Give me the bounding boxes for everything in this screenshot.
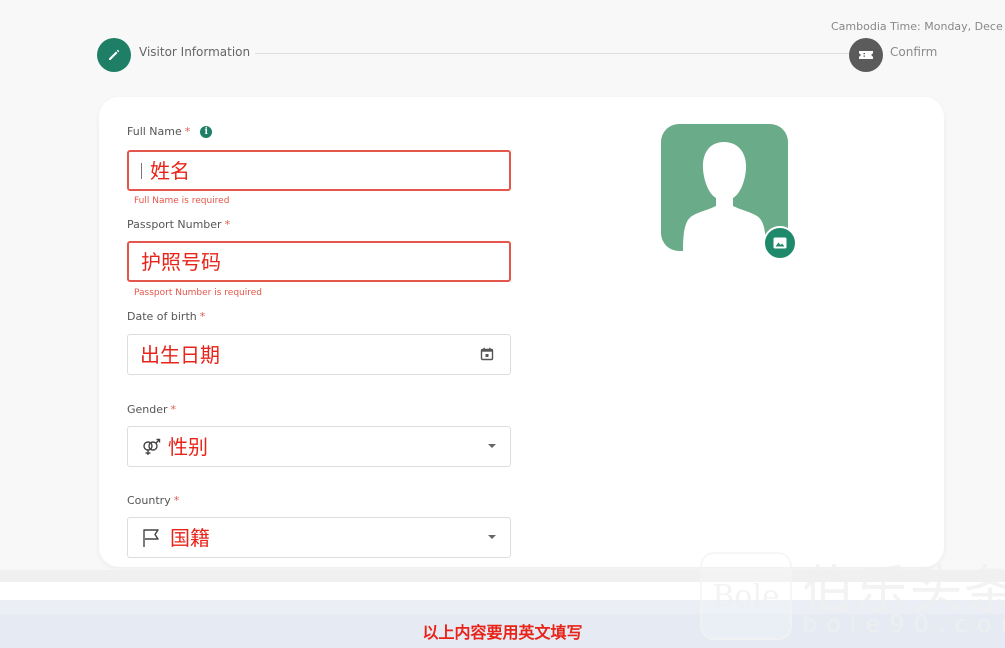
passport-label-row: Passport Number *: [127, 218, 511, 231]
stepper-line: [255, 53, 850, 54]
step-visitor-information-icon[interactable]: [97, 38, 131, 72]
dob-label-row: Date of birth *: [127, 310, 511, 323]
full-name-placeholder: 姓名: [150, 158, 190, 183]
watermark-logo: Bole: [700, 552, 792, 640]
image-upload-icon: [773, 237, 787, 249]
dob-placeholder: 出生日期: [140, 342, 220, 367]
passport-label: Passport Number: [127, 218, 222, 231]
ticket-icon: [859, 51, 873, 59]
dob-label: Date of birth: [127, 310, 197, 323]
country-field: Country * 国籍: [127, 494, 511, 558]
pencil-icon: [109, 49, 120, 60]
passport-input[interactable]: 护照号码: [127, 241, 511, 282]
gender-select[interactable]: 性别: [127, 426, 511, 467]
full-name-field: Full Name * i 姓名 Full Name is required: [127, 125, 511, 206]
required-asterisk: *: [173, 494, 180, 507]
passport-placeholder: 护照号码: [141, 249, 221, 274]
avatar-upload-button[interactable]: [763, 226, 797, 260]
cambodia-time-text: Cambodia Time: Monday, Dece: [831, 20, 1003, 33]
gender-placeholder: 性别: [168, 434, 208, 459]
full-name-label-row: Full Name * i: [127, 125, 511, 138]
gender-icon: [143, 438, 161, 455]
gender-label-row: Gender *: [127, 403, 511, 416]
watermark-url: bole90.com: [802, 610, 1005, 638]
chevron-down-icon[interactable]: [488, 444, 496, 448]
country-label-row: Country *: [127, 494, 511, 507]
stepper: Visitor Information Confirm: [97, 38, 939, 72]
info-icon[interactable]: i: [200, 125, 213, 138]
dob-field: Date of birth * 出生日期: [127, 310, 511, 375]
gender-label: Gender: [127, 403, 168, 416]
watermark: Bole 伯乐头条 bole90.com: [698, 548, 1005, 643]
step-confirm-icon[interactable]: [849, 38, 883, 72]
step-confirm-label: Confirm: [890, 45, 938, 59]
dob-input[interactable]: 出生日期: [127, 334, 511, 375]
text-caret: [141, 162, 142, 179]
country-select[interactable]: 国籍: [127, 517, 511, 558]
passport-error: Passport Number is required: [134, 288, 262, 298]
required-asterisk: *: [170, 403, 177, 416]
full-name-error: Full Name is required: [134, 196, 230, 206]
chevron-down-icon[interactable]: [488, 535, 496, 539]
required-asterisk: *: [199, 310, 206, 323]
country-label: Country: [127, 494, 171, 507]
visitor-form-card: Full Name * i 姓名 Full Name is required P…: [99, 97, 944, 567]
calendar-icon[interactable]: [480, 347, 494, 361]
step-visitor-information-label: Visitor Information: [139, 45, 251, 59]
required-asterisk: *: [184, 125, 191, 138]
required-asterisk: *: [224, 218, 231, 231]
country-placeholder: 国籍: [170, 525, 210, 550]
full-name-label: Full Name: [127, 125, 182, 138]
passport-field: Passport Number * 护照号码 Passport Number i…: [127, 218, 511, 298]
gender-field: Gender * 性别: [127, 403, 511, 467]
annotation-note: 以上内容要用英文填写: [422, 623, 583, 642]
full-name-input[interactable]: 姓名: [127, 150, 511, 191]
flag-icon: [143, 528, 159, 547]
